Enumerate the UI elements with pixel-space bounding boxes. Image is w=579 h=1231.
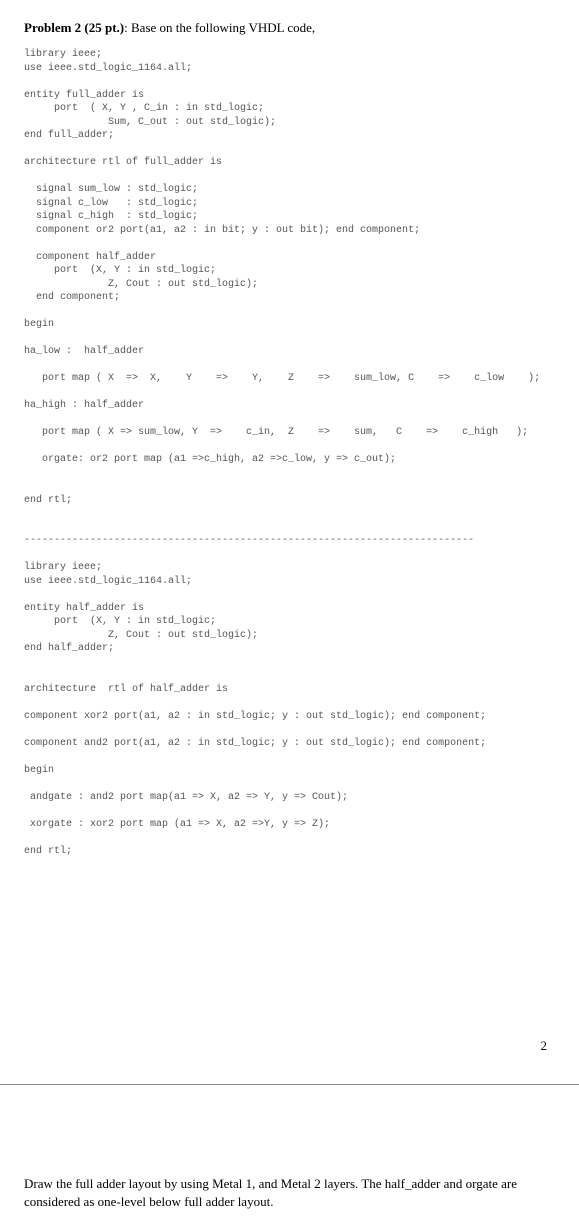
problem-intro: Base on the following VHDL code, xyxy=(131,20,315,35)
page-number: 2 xyxy=(24,1038,555,1054)
instruction-text: Draw the full adder layout by using Meta… xyxy=(24,1175,555,1211)
page-divider xyxy=(0,1084,579,1085)
problem-heading: Problem 2 (25 pt.): Base on the followin… xyxy=(24,20,555,36)
problem-label: Problem 2 (25 pt.) xyxy=(24,20,124,35)
vhdl-code-block: library ieee; use ieee.std_logic_1164.al… xyxy=(24,48,555,858)
problem-sep: : xyxy=(124,20,131,35)
